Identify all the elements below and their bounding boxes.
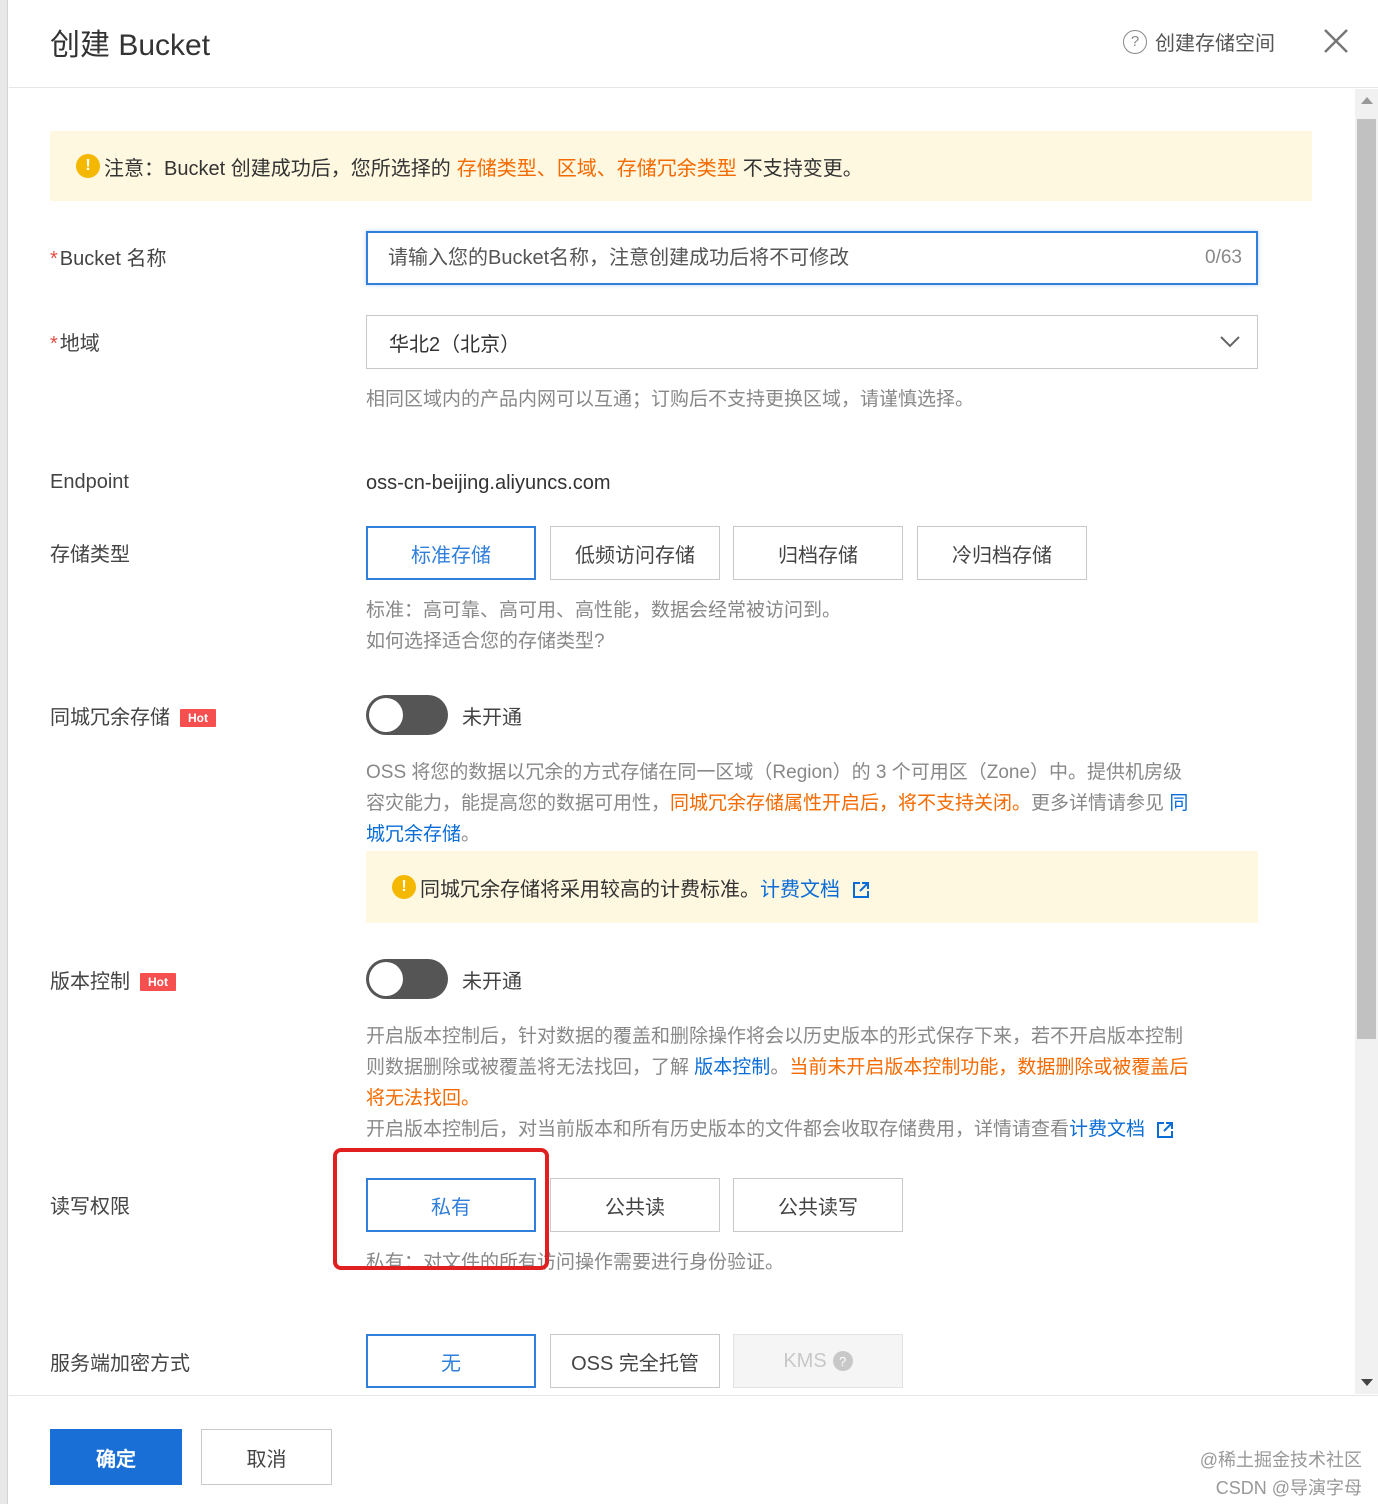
warning-icon: ! xyxy=(76,154,100,178)
acl-public-read-write[interactable]: 公共读写 xyxy=(733,1178,903,1232)
confirm-button[interactable]: 确定 xyxy=(50,1429,182,1485)
endpoint-label: Endpoint xyxy=(50,471,129,493)
toggle-knob xyxy=(369,698,403,732)
versioning-status: 未开通 xyxy=(462,970,522,993)
char-counter: 0/63 xyxy=(1205,247,1242,268)
encryption-none[interactable]: 无 xyxy=(366,1334,536,1388)
zone-redundant-desc-line1: OSS 将您的数据以冗余的方式存储在同一区域（Region）的 3 个可用区（Z… xyxy=(366,762,1183,783)
zone-redundant-desc-line2a: 容灾能力，能提高您的数据可用性， xyxy=(366,793,671,814)
scroll-down-arrow-icon[interactable] xyxy=(1361,1379,1373,1386)
versioning-label-text: 版本控制 xyxy=(50,971,130,993)
zone-redundant-toggle-group: 未开通 xyxy=(366,695,522,735)
bucket-name-label-text: Bucket 名称 xyxy=(59,248,167,270)
warning-icon: ! xyxy=(392,875,416,899)
versioning-doc-link[interactable]: 版本控制 xyxy=(694,1057,770,1078)
storage-type-standard[interactable]: 标准存储 xyxy=(366,526,536,580)
zone-redundant-label: 同城冗余存储 Hot xyxy=(50,701,216,730)
close-button[interactable] xyxy=(1321,26,1351,56)
zone-redundant-label-text: 同城冗余存储 xyxy=(50,707,170,729)
info-icon: ? xyxy=(832,1351,853,1371)
zone-redundant-doc-link-b[interactable]: 城冗余存储 xyxy=(366,824,461,845)
toggle-knob xyxy=(369,962,403,996)
dialog-footer: 确定 取消 @稀土掘金技术社区 CSDN @导演字母 xyxy=(9,1395,1378,1504)
encryption-kms: KMS ? xyxy=(733,1334,903,1388)
notice-suffix: 不支持变更。 xyxy=(742,157,863,180)
required-mark: * xyxy=(50,248,58,270)
scrollbar-thumb[interactable] xyxy=(1357,119,1376,1039)
storage-type-ia[interactable]: 低频访问存储 xyxy=(550,526,720,580)
close-icon xyxy=(1324,29,1348,53)
hot-badge: Hot xyxy=(180,708,216,727)
question-circle-icon: ? xyxy=(1123,29,1147,54)
encryption-oss-managed[interactable]: OSS 完全托管 xyxy=(550,1334,720,1388)
notice-banner: ! 注意：Bucket 创建成功后，您所选择的 存储类型、区域、存储冗余类型 不… xyxy=(50,131,1312,201)
versioning-desc-line2b: 。 xyxy=(770,1057,790,1078)
chevron-down-icon xyxy=(1220,336,1240,348)
help-link-label: 创建存储空间 xyxy=(1155,33,1275,55)
region-label-text: 地域 xyxy=(59,333,100,355)
billing-doc-link-label: 计费文档 xyxy=(760,878,840,901)
endpoint-value: oss-cn-beijing.aliyuncs.com xyxy=(366,472,611,494)
vertical-scrollbar[interactable] xyxy=(1355,89,1378,1394)
scroll-up-arrow-icon[interactable] xyxy=(1361,97,1373,104)
billing-warning-text: 同城冗余存储将采用较高的计费标准。 xyxy=(420,878,760,901)
dialog-body[interactable]: ! 注意：Bucket 创建成功后，您所选择的 存储类型、区域、存储冗余类型 不… xyxy=(9,89,1354,1394)
zone-redundant-warning-text: 同城冗余存储属性开启后，将不支持关闭。 xyxy=(670,793,1032,814)
encryption-label: 服务端加密方式 xyxy=(50,1353,190,1375)
watermark-csdn: CSDN @导演字母 xyxy=(1215,1478,1362,1498)
zone-redundant-status: 未开通 xyxy=(462,706,522,729)
window-left-edge xyxy=(0,0,8,1504)
versioning-toggle[interactable] xyxy=(366,959,448,999)
acl-public-read[interactable]: 公共读 xyxy=(550,1178,720,1232)
required-mark: * xyxy=(50,333,58,355)
dialog-header: 创建 Bucket ? 创建存储空间 xyxy=(9,0,1378,88)
storage-type-label: 存储类型 xyxy=(50,544,130,566)
versioning-warning-b: 将无法找回。 xyxy=(366,1088,481,1109)
notice-prefix: 注意：Bucket 创建成功后，您所选择的 xyxy=(104,157,451,180)
billing-doc-link[interactable]: 计费文档 xyxy=(760,873,870,902)
region-selected-value: 华北2（北京） xyxy=(389,333,521,356)
external-link-icon xyxy=(852,882,869,899)
zone-redundant-desc-end: 。 xyxy=(461,824,481,845)
versioning-desc-line4: 开启版本控制后，对当前版本和所有历史版本的文件都会收取存储费用，详情请查看 xyxy=(366,1119,1070,1140)
versioning-desc: 开启版本控制后，针对数据的覆盖和删除操作将会以历史版本的形式保存下来，若不开启版… xyxy=(366,1021,1258,1145)
bucket-name-label: * Bucket 名称 xyxy=(50,242,167,271)
versioning-label: 版本控制 Hot xyxy=(50,965,176,994)
versioning-desc-line1: 开启版本控制后，针对数据的覆盖和删除操作将会以历史版本的形式保存下来，若不开启版… xyxy=(366,1026,1184,1047)
region-select[interactable]: 华北2（北京） xyxy=(366,315,1258,369)
versioning-billing-link[interactable]: 计费文档 xyxy=(1069,1119,1174,1140)
storage-type-cold-archive[interactable]: 冷归档存储 xyxy=(917,526,1087,580)
dialog-title: 创建 Bucket xyxy=(50,29,211,62)
versioning-desc-line2a: 则数据删除或被覆盖将无法找回，了解 xyxy=(366,1057,690,1078)
versioning-warning-a: 当前未开启版本控制功能，数据删除或被覆盖后 xyxy=(789,1057,1189,1078)
annotation-highlight-box xyxy=(333,1148,549,1270)
region-help-text: 相同区域内的产品内网可以互通；订购后不支持更换区域，请谨慎选择。 xyxy=(366,389,975,410)
zone-redundant-billing-warning: ! 同城冗余存储将采用较高的计费标准。 计费文档 xyxy=(366,851,1258,923)
zone-redundant-doc-link-a[interactable]: 同 xyxy=(1169,793,1188,814)
storage-type-guide-link[interactable]: 如何选择适合您的存储类型? xyxy=(366,626,605,657)
versioning-billing-link-label: 计费文档 xyxy=(1069,1119,1146,1140)
storage-type-archive[interactable]: 归档存储 xyxy=(733,526,903,580)
storage-type-help: 标准：高可靠、高可用、高性能，数据会经常被访问到。 xyxy=(366,600,842,621)
zone-redundant-toggle[interactable] xyxy=(366,695,448,735)
region-label: * 地域 xyxy=(50,327,100,356)
notice-highlights: 存储类型、区域、存储冗余类型 xyxy=(456,157,737,180)
create-bucket-help-link[interactable]: ? 创建存储空间 xyxy=(1123,27,1275,56)
cancel-button[interactable]: 取消 xyxy=(201,1429,332,1485)
zone-redundant-desc: OSS 将您的数据以冗余的方式存储在同一区域（Region）的 3 个可用区（Z… xyxy=(366,757,1258,850)
bucket-name-input[interactable] xyxy=(388,246,1206,270)
acl-label: 读写权限 xyxy=(50,1196,130,1218)
zone-redundant-desc-line2b: 更多详情请参见 xyxy=(1031,793,1165,814)
encryption-kms-label: KMS xyxy=(783,1349,827,1372)
versioning-toggle-group: 未开通 xyxy=(366,959,522,999)
bucket-name-field[interactable]: 0/63 xyxy=(366,231,1258,285)
external-link-icon xyxy=(1157,1121,1174,1138)
hot-badge: Hot xyxy=(140,972,176,991)
watermark-juejin: @稀土掘金技术社区 xyxy=(1199,1450,1362,1470)
